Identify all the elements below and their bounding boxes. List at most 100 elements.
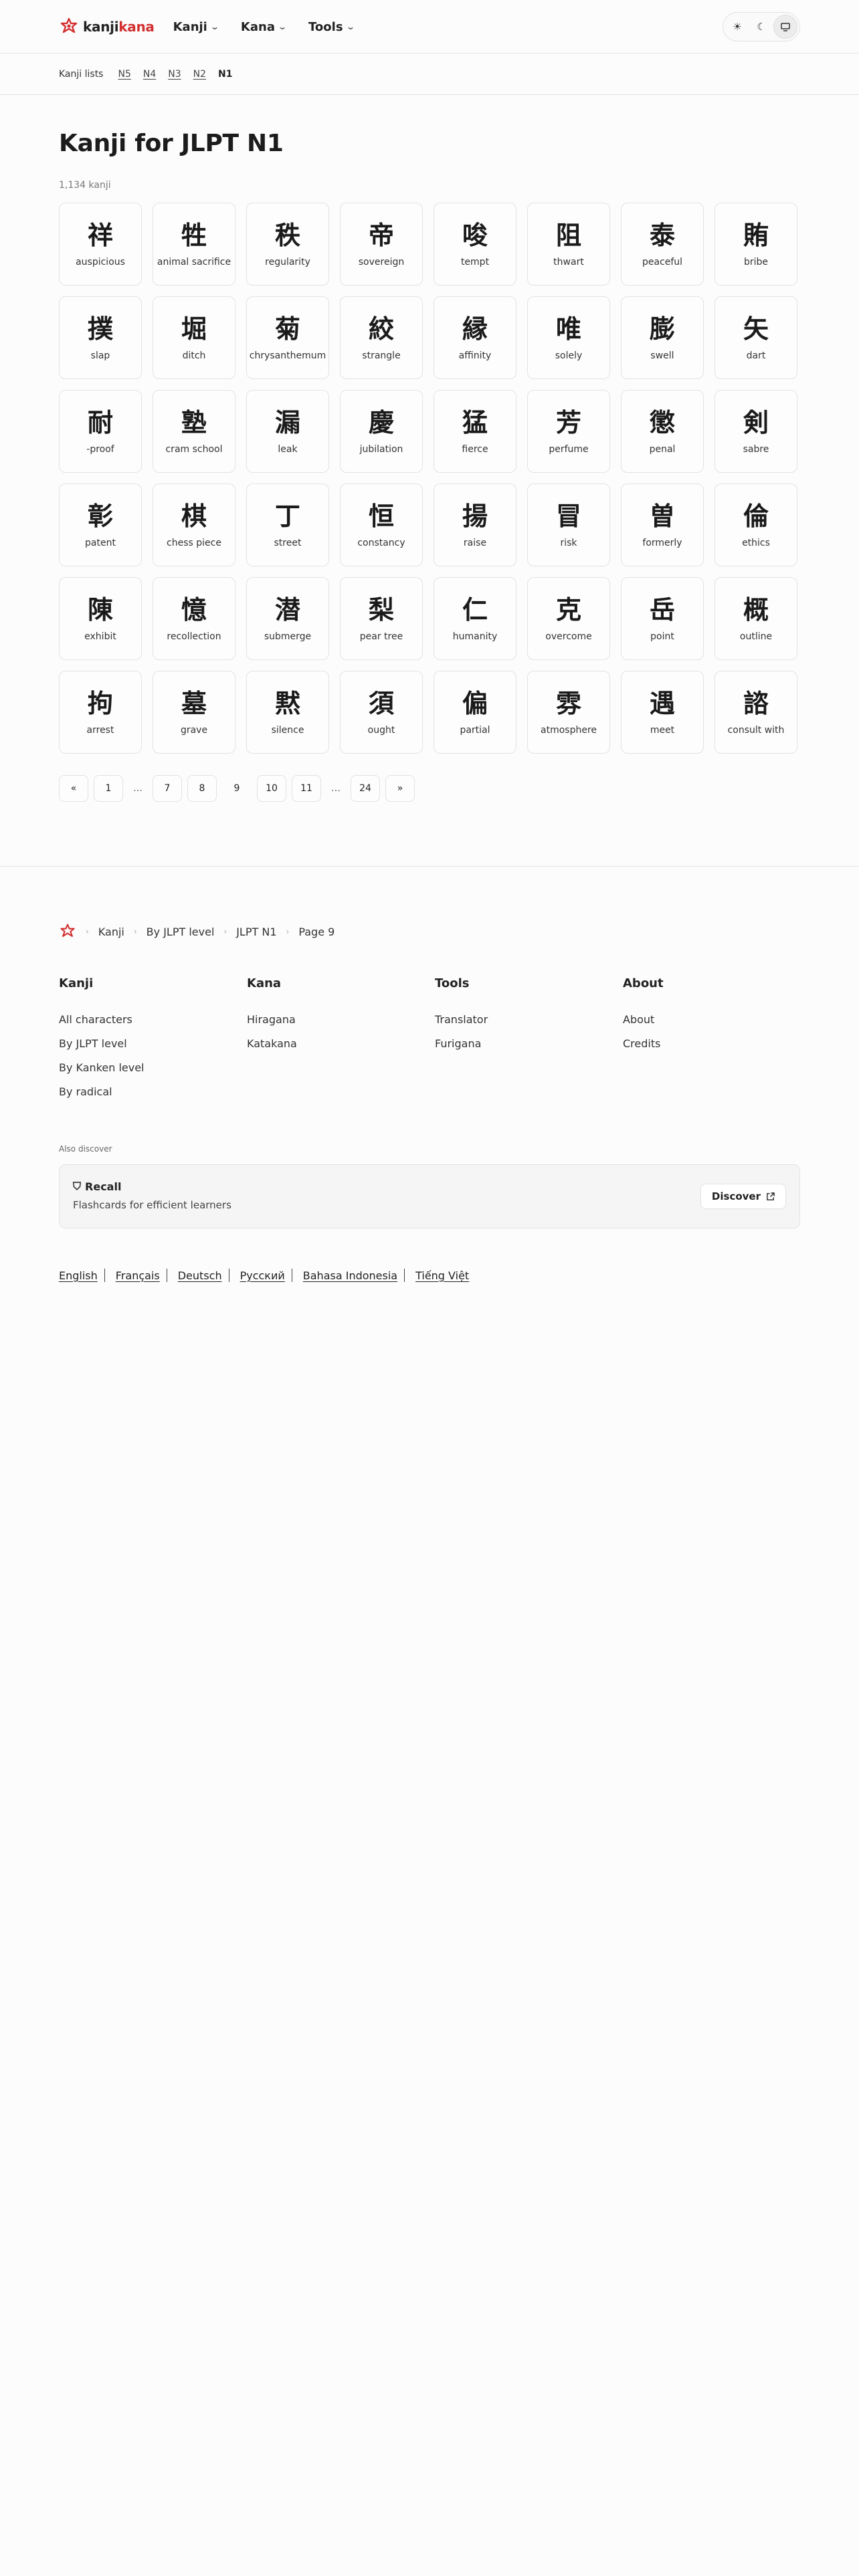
kanji-card[interactable]: 帝 sovereign xyxy=(340,203,423,286)
page-8-button[interactable]: 8 xyxy=(187,775,217,802)
kanji-card[interactable]: 祥 auspicious xyxy=(59,203,142,286)
page-11-button[interactable]: 11 xyxy=(292,775,321,802)
kanji-character: 祥 xyxy=(87,221,113,250)
lang-indonesian[interactable]: Bahasa Indonesia xyxy=(303,1269,397,1282)
kanji-card[interactable]: 倫 ethics xyxy=(714,484,797,566)
kanji-card[interactable]: 秩 regularity xyxy=(246,203,329,286)
breadcrumb-jlpt[interactable]: By JLPT level xyxy=(147,926,215,938)
kanji-card[interactable]: 漏 leak xyxy=(246,390,329,473)
kanji-card[interactable]: 猛 fierce xyxy=(434,390,516,473)
subnav-link-n5[interactable]: N5 xyxy=(118,69,130,80)
nav-kanji-menu[interactable]: Kanji ⌄ xyxy=(173,20,219,34)
kanji-card[interactable]: 慶 jubilation xyxy=(340,390,423,473)
breadcrumb-kanji[interactable]: Kanji xyxy=(98,926,124,938)
kanji-card[interactable]: 冒 risk xyxy=(527,484,610,566)
lang-russian[interactable]: Русский xyxy=(240,1269,285,1282)
kanji-card[interactable]: 潜 submerge xyxy=(246,577,329,660)
kanji-card[interactable]: 懲 penal xyxy=(621,390,704,473)
nav-tools-menu[interactable]: Tools ⌄ xyxy=(308,20,355,34)
kanji-card[interactable]: 唯 solely xyxy=(527,296,610,379)
footer-link[interactable]: By radical xyxy=(59,1085,247,1098)
kanji-card[interactable]: 墓 grave xyxy=(153,671,235,754)
lang-english[interactable]: English xyxy=(59,1269,98,1282)
kanji-card[interactable]: 牲 animal sacrifice xyxy=(153,203,235,286)
kanji-card[interactable]: 雰 atmosphere xyxy=(527,671,610,754)
kanji-card[interactable]: 芳 perfume xyxy=(527,390,610,473)
subnav-link-n3[interactable]: N3 xyxy=(168,69,181,80)
page-1-button[interactable]: 1 xyxy=(94,775,123,802)
kanji-card[interactable]: 偏 partial xyxy=(434,671,516,754)
footer-link[interactable]: By JLPT level xyxy=(59,1037,247,1050)
brain-icon: ⛉ xyxy=(73,1180,82,1192)
footer-link[interactable]: By Kanken level xyxy=(59,1061,247,1074)
lang-german[interactable]: Deutsch xyxy=(178,1269,222,1282)
kanji-card[interactable]: 矢 dart xyxy=(714,296,797,379)
kanji-card[interactable]: 阻 thwart xyxy=(527,203,610,286)
footer-link[interactable]: Katakana xyxy=(247,1037,435,1050)
kanji-character: 揚 xyxy=(462,502,488,531)
page-7-button[interactable]: 7 xyxy=(153,775,182,802)
kanji-card[interactable]: 撲 slap xyxy=(59,296,142,379)
subnav-link-n2[interactable]: N2 xyxy=(193,69,206,80)
dark-theme-button[interactable]: ☾ xyxy=(749,15,773,39)
page-10-button[interactable]: 10 xyxy=(257,775,286,802)
chevron-down-icon: ⌄ xyxy=(345,22,355,31)
kanji-card[interactable]: 塾 cram school xyxy=(153,390,235,473)
kanji-card[interactable]: 耐 -proof xyxy=(59,390,142,473)
subnav-link-n4[interactable]: N4 xyxy=(143,69,156,80)
kanji-card[interactable]: 丁 street xyxy=(246,484,329,566)
site-logo[interactable]: kanjikana xyxy=(59,17,155,37)
home-logo-icon[interactable] xyxy=(59,923,76,940)
kanji-card[interactable]: 岳 point xyxy=(621,577,704,660)
prev-page-button[interactable]: « xyxy=(59,775,88,802)
next-page-button[interactable]: » xyxy=(385,775,415,802)
kanji-card[interactable]: 彰 patent xyxy=(59,484,142,566)
footer-link[interactable]: All characters xyxy=(59,1013,247,1026)
kanji-card[interactable]: 陳 exhibit xyxy=(59,577,142,660)
light-theme-button[interactable]: ☀ xyxy=(725,15,749,39)
kanji-card[interactable]: 膨 swell xyxy=(621,296,704,379)
kanji-card[interactable]: 須 ought xyxy=(340,671,423,754)
kanji-meaning: slap xyxy=(90,350,110,361)
kanji-card[interactable]: 拘 arrest xyxy=(59,671,142,754)
kanji-card[interactable]: 棋 chess piece xyxy=(153,484,235,566)
kanji-card[interactable]: 曽 formerly xyxy=(621,484,704,566)
kanji-card[interactable]: 諮 consult with xyxy=(714,671,797,754)
kanji-card[interactable]: 概 outline xyxy=(714,577,797,660)
kanji-card[interactable]: 唆 tempt xyxy=(434,203,516,286)
lang-vietnamese[interactable]: Tiếng Việt xyxy=(415,1269,469,1282)
kanji-card[interactable]: 堀 ditch xyxy=(153,296,235,379)
kanji-card[interactable]: 絞 strangle xyxy=(340,296,423,379)
footer-col-title: Kanji xyxy=(59,976,94,990)
footer-link[interactable]: Hiragana xyxy=(247,1013,435,1026)
lang-french[interactable]: Français xyxy=(116,1269,160,1282)
kanji-card[interactable]: 克 overcome xyxy=(527,577,610,660)
kanji-card[interactable]: 恒 constancy xyxy=(340,484,423,566)
kanji-card[interactable]: 遇 meet xyxy=(621,671,704,754)
subnav-current-n1: N1 xyxy=(218,69,233,80)
kanji-card[interactable]: 仁 humanity xyxy=(434,577,516,660)
page-24-button[interactable]: 24 xyxy=(351,775,380,802)
footer-link[interactable]: Furigana xyxy=(435,1037,623,1050)
kanji-card[interactable]: 剣 sabre xyxy=(714,390,797,473)
kanji-card[interactable]: 梨 pear tree xyxy=(340,577,423,660)
kanji-meaning: chess piece xyxy=(167,538,221,548)
footer-link[interactable]: About xyxy=(623,1013,811,1026)
discover-button[interactable]: Discover xyxy=(700,1184,786,1209)
kanji-card[interactable]: 賄 bribe xyxy=(714,203,797,286)
kanji-card[interactable]: 菊 chrysanthemum xyxy=(246,296,329,379)
current-page: 9 xyxy=(233,783,240,794)
kanji-meaning: tempt xyxy=(460,257,490,267)
kanji-meaning: ought xyxy=(367,725,395,736)
kanji-character: 丁 xyxy=(274,502,300,531)
kanji-card[interactable]: 憶 recollection xyxy=(153,577,235,660)
footer-link[interactable]: Translator xyxy=(435,1013,623,1026)
nav-kana-menu[interactable]: Kana ⌄ xyxy=(241,20,287,34)
footer-link[interactable]: Credits xyxy=(623,1037,811,1050)
kanji-card[interactable]: 泰 peaceful xyxy=(621,203,704,286)
kanji-card[interactable]: 揚 raise xyxy=(434,484,516,566)
kanji-card[interactable]: 黙 silence xyxy=(246,671,329,754)
kanji-card[interactable]: 縁 affinity xyxy=(434,296,516,379)
breadcrumb-n1[interactable]: JLPT N1 xyxy=(236,926,276,938)
system-theme-button[interactable] xyxy=(773,15,797,39)
